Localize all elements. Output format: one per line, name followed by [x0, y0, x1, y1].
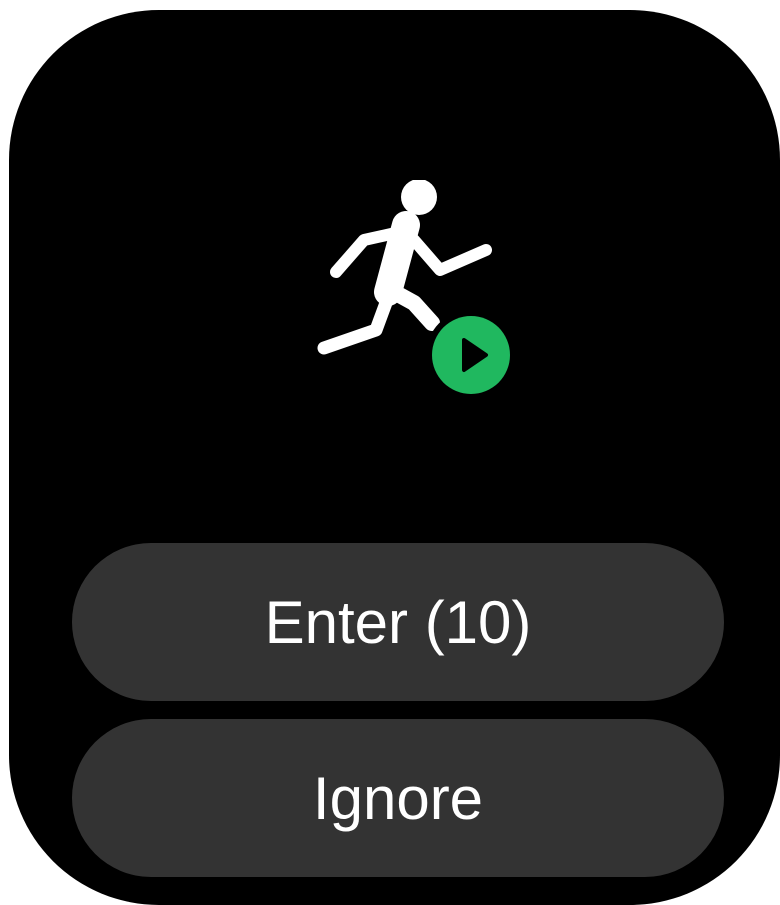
enter-button[interactable]: Enter (10) — [72, 543, 724, 701]
ignore-button-label: Ignore — [312, 764, 484, 832]
ignore-button[interactable]: Ignore — [72, 719, 724, 877]
play-circle-icon — [426, 310, 516, 400]
running-workout-icon — [314, 180, 519, 400]
watch-screen: Enter (10) Ignore — [9, 10, 780, 905]
enter-button-label: Enter (10) — [264, 588, 532, 656]
